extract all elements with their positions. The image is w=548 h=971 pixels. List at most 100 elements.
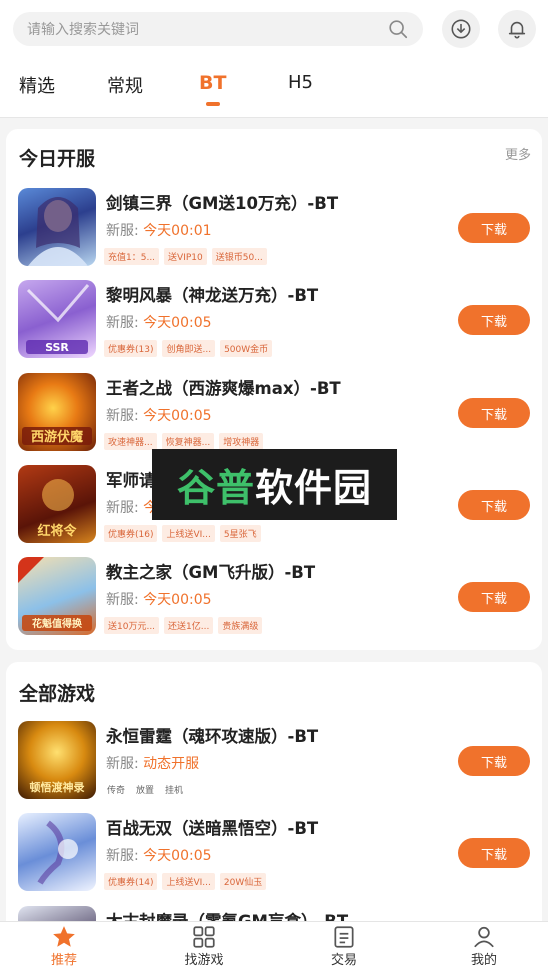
- grid-icon: [193, 926, 215, 948]
- server-info: 新服: 今天00:05: [106, 315, 212, 331]
- tag: 传奇: [107, 786, 126, 796]
- character-art-icon: SSR: [26, 284, 90, 354]
- download-button[interactable]: 下载: [458, 490, 530, 520]
- download-button[interactable]: 下载: [458, 305, 530, 335]
- game-thumbnail[interactable]: [18, 813, 96, 891]
- search-input[interactable]: 请输入搜索关键词: [13, 12, 423, 46]
- game-thumbnail[interactable]: 西游伏魔: [18, 373, 96, 451]
- tag: 上线送VI...: [162, 525, 215, 542]
- game-thumbnail[interactable]: 顿悟渡神录: [18, 721, 96, 799]
- nav-label: 我的: [470, 953, 497, 968]
- tag: 攻速神器...: [104, 433, 157, 450]
- game-item[interactable]: 顿悟渡神录 永恒雷霆（魂环攻速版）-BT 新服: 动态开服 传奇 放置 挂机 下…: [18, 721, 530, 801]
- game-name: 教主之家（GM飞升版）-BT: [106, 563, 316, 582]
- tag: 优惠券(14): [104, 873, 158, 890]
- download-button[interactable]: 下载: [458, 746, 530, 776]
- game-thumbnail[interactable]: [18, 188, 96, 266]
- notification-button[interactable]: [498, 10, 536, 48]
- server-info: 新服: 今天00:05: [106, 592, 212, 608]
- nav-label: 找游戏: [184, 953, 224, 968]
- bell-icon: [508, 21, 526, 39]
- category-tabs: 精选 常规 BT H5: [0, 72, 548, 112]
- game-tags: 优惠券(13) 创角即送... 500W金币: [104, 340, 273, 357]
- character-art-icon: 花魁值得换: [18, 557, 92, 631]
- tab-h5[interactable]: H5: [288, 72, 313, 93]
- download-icon: [451, 19, 471, 39]
- download-button[interactable]: 下载: [458, 213, 530, 243]
- search-placeholder: 请输入搜索关键词: [27, 22, 139, 38]
- game-item[interactable]: SSR 黎明风暴（神龙送万充）-BT 新服: 今天00:05 优惠券(13) 创…: [18, 280, 530, 360]
- game-thumbnail[interactable]: 红将令: [18, 465, 96, 543]
- game-tags: 优惠券(14) 上线送VI... 20W仙玉: [104, 873, 267, 890]
- nav-label: 交易: [330, 953, 357, 968]
- game-name: 王者之战（西游爽爆max）-BT: [106, 379, 341, 398]
- user-icon: [474, 926, 494, 948]
- game-tags: 攻速神器... 恢复神器... 增攻神器: [104, 433, 264, 450]
- download-manager-button[interactable]: [442, 10, 480, 48]
- game-item[interactable]: 花魁值得换 教主之家（GM飞升版）-BT 新服: 今天00:05 送10万元..…: [18, 557, 530, 637]
- svg-text:红将令: 红将令: [37, 523, 77, 539]
- tag: 增攻神器: [219, 433, 264, 450]
- tag: 还送1亿...: [164, 617, 214, 634]
- download-button[interactable]: 下载: [458, 838, 530, 868]
- game-tags: 送10万元... 还送1亿... 贵族满级: [104, 617, 263, 634]
- tag: 送VIP10: [164, 248, 207, 265]
- game-item[interactable]: 百战无双（送暗黑悟空）-BT 新服: 今天00:05 优惠券(14) 上线送VI…: [18, 813, 530, 893]
- character-art-icon: 顿悟渡神录: [30, 780, 85, 794]
- svg-text:SSR: SSR: [45, 341, 69, 354]
- section-title: 今日开服: [19, 148, 96, 170]
- svg-text:西游伏魔: 西游伏魔: [31, 429, 83, 445]
- tag: 贵族满级: [218, 617, 263, 634]
- server-info: 新服: 今天00:05: [106, 848, 212, 864]
- server-info: 新服: 动态开服: [106, 756, 200, 772]
- character-art-icon: 红将令: [37, 479, 77, 539]
- server-info: 新服: 今天00:01: [106, 223, 212, 239]
- tag: 送10万元...: [104, 617, 160, 634]
- tab-featured[interactable]: 精选: [19, 72, 55, 98]
- today-servers-card: 今日开服 更多 剑镇三界（GM送10万充）-BT 新服: 今天00:01 充值1…: [6, 129, 542, 650]
- more-link[interactable]: 更多: [505, 144, 531, 163]
- character-art-icon: [28, 197, 88, 266]
- nav-recommend[interactable]: 推荐: [24, 924, 104, 968]
- tag: 恢复神器...: [161, 433, 215, 450]
- server-info: 新服: 今天00:05: [106, 408, 212, 424]
- tag: 上线送VI...: [162, 873, 215, 890]
- trade-receipt-icon: [334, 926, 354, 948]
- svg-text:花魁值得换: 花魁值得换: [32, 617, 83, 630]
- tag: 优惠券(16): [104, 525, 158, 542]
- game-thumbnail[interactable]: 花魁值得换: [18, 557, 96, 635]
- game-name: 百战无双（送暗黑悟空）-BT: [106, 819, 319, 838]
- bottom-nav: 推荐 找游戏 交易 我的: [0, 921, 548, 971]
- character-art-icon: 西游伏魔: [22, 427, 92, 445]
- server-info: 新服: 今: [106, 500, 158, 516]
- nav-trade[interactable]: 交易: [304, 924, 384, 968]
- game-tags: 优惠券(16) 上线送VI... 5星张飞: [104, 525, 261, 542]
- tag: 20W仙玉: [219, 873, 267, 890]
- game-thumbnail[interactable]: SSR: [18, 280, 96, 358]
- tag: 创角即送...: [162, 340, 216, 357]
- section-title: 全部游戏: [19, 683, 96, 705]
- all-games-card: 全部游戏 顿悟渡神录 永恒雷霆（魂环攻速版）-BT 新服: 动态开服 传奇 放置…: [6, 662, 542, 971]
- nav-find-games[interactable]: 找游戏: [164, 924, 244, 968]
- nav-profile[interactable]: 我的: [444, 924, 524, 968]
- character-art-icon: [37, 820, 78, 885]
- tag: 优惠券(13): [104, 340, 158, 357]
- tag: 挂机: [165, 786, 184, 796]
- game-item[interactable]: 西游伏魔 王者之战（西游爽爆max）-BT 新服: 今天00:05 攻速神器..…: [18, 373, 530, 453]
- search-icon[interactable]: [387, 18, 409, 40]
- game-name: 剑镇三界（GM送10万充）-BT: [106, 194, 339, 213]
- game-tags: 传奇 放置 挂机: [104, 781, 186, 798]
- tag: 5星张飞: [219, 525, 261, 542]
- game-name: 军师请: [106, 471, 156, 490]
- game-item[interactable]: 剑镇三界（GM送10万充）-BT 新服: 今天00:01 充值1：5... 送V…: [18, 188, 530, 268]
- game-name: 黎明风暴（神龙送万充）-BT: [106, 286, 319, 305]
- top-bar: 请输入搜索关键词 精选 常规 BT H5: [0, 0, 548, 118]
- tab-regular[interactable]: 常规: [107, 72, 143, 98]
- tag: 送银币50...: [211, 248, 267, 265]
- download-button[interactable]: 下载: [458, 582, 530, 612]
- download-button[interactable]: 下载: [458, 398, 530, 428]
- tab-bt[interactable]: BT: [199, 72, 226, 94]
- tag: 充值1：5...: [104, 248, 160, 265]
- star-icon: [53, 926, 75, 947]
- active-tab-indicator: [206, 102, 220, 106]
